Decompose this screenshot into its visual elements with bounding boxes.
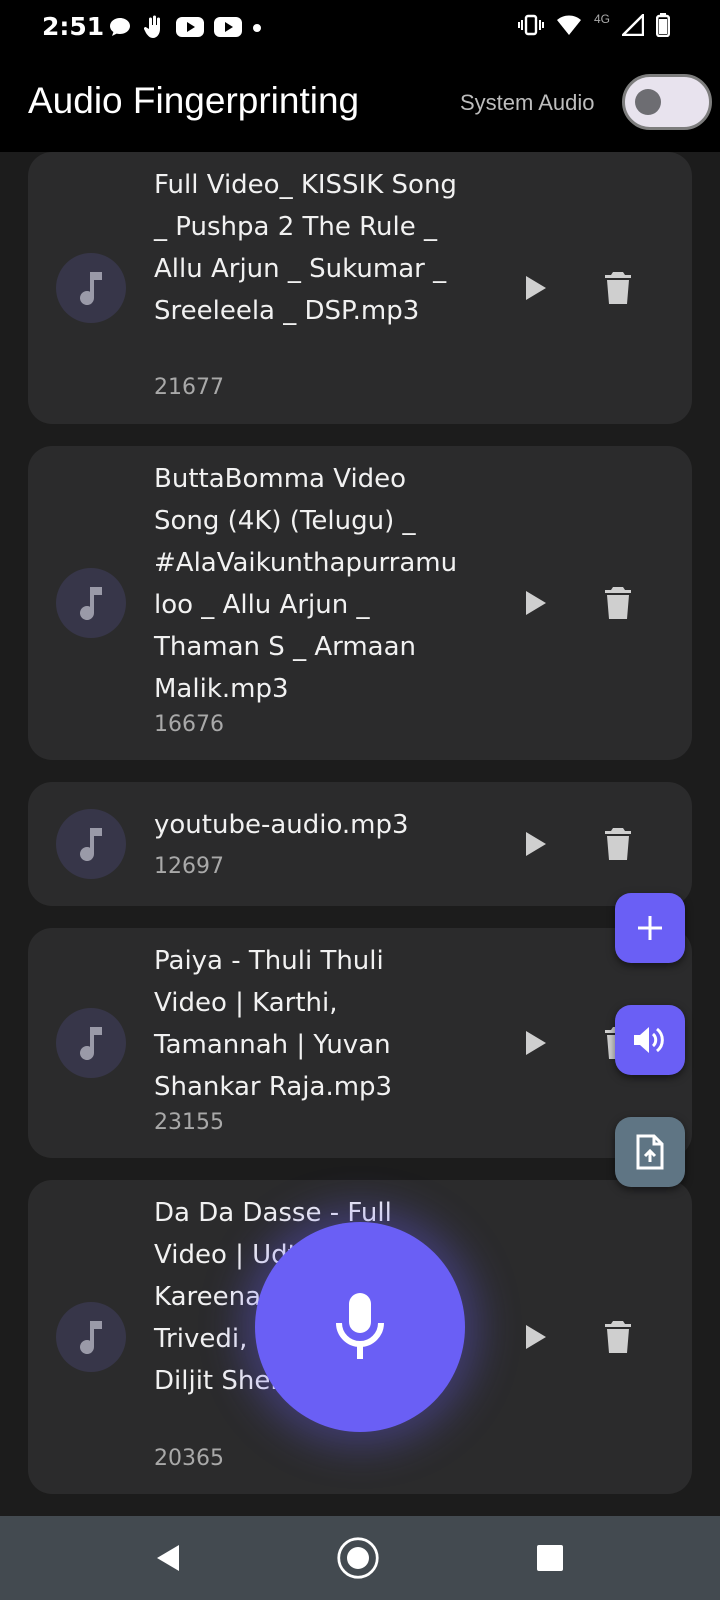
delete-button[interactable] [594,820,642,868]
music-note-avatar [56,568,126,638]
track-card[interactable]: Paiya - Thuli Thuli Video | Karthi, Tama… [28,928,692,1158]
volume-button[interactable] [615,1005,685,1075]
wifi-icon [556,14,582,41]
track-title: youtube-audio.mp3 [154,810,409,840]
trash-icon [605,828,631,860]
volume-icon [634,1027,664,1053]
page-title: Audio Fingerprinting [28,80,360,121]
track-count: 21677 [154,375,224,400]
play-button[interactable] [512,264,560,312]
track-card[interactable]: youtube-audio.mp3 12697 [28,782,692,906]
battery-icon [656,12,671,42]
play-button[interactable] [512,1019,560,1067]
toggle-knob [635,89,661,115]
network-type-label: 4G [593,12,610,26]
music-note-icon [80,587,102,621]
file-upload-button[interactable] [615,1117,685,1187]
signal-icon [620,11,645,41]
music-note-avatar [56,253,126,323]
status-time: 2:51 [42,12,105,41]
music-note-avatar [56,1302,126,1372]
app-bar: Audio Fingerprinting System Audio [0,56,720,152]
plus-icon [638,916,662,940]
play-icon [526,1325,546,1349]
play-icon [526,276,546,300]
track-count: 23155 [154,1110,224,1135]
music-note-avatar [56,1008,126,1078]
hand-icon [142,14,166,45]
system-nav-bar [0,1516,720,1600]
delete-button[interactable] [594,579,642,627]
notification-icons [108,14,262,44]
delete-button[interactable] [594,264,642,312]
play-icon [526,832,546,856]
recents-button[interactable] [528,1536,572,1580]
track-count: 16676 [154,712,224,737]
dot-icon [252,20,262,38]
recents-icon [537,1545,563,1571]
delete-button[interactable] [594,1313,642,1361]
music-note-icon [80,828,102,862]
play-button[interactable] [512,1313,560,1361]
home-button[interactable] [336,1536,380,1580]
microphone-icon [336,1293,384,1359]
music-note-icon [80,1027,102,1061]
play-button[interactable] [512,579,560,627]
trash-icon [605,1321,631,1353]
back-icon [157,1545,179,1571]
add-button[interactable] [615,893,685,963]
status-bar: 2:51 4G [0,0,720,56]
music-note-icon [80,272,102,306]
youtube-icon [214,16,242,43]
record-button[interactable] [255,1222,465,1432]
track-card[interactable]: Full Video_ KISSIK Song _ Pushpa 2 The R… [28,152,692,424]
youtube-icon [176,16,204,43]
back-button[interactable] [146,1536,190,1580]
music-note-avatar [56,809,126,879]
trash-icon [605,272,631,304]
vibrate-icon [517,14,544,41]
system-audio-label: System Audio [460,90,595,115]
system-status-icons: 4G [517,11,671,42]
music-note-icon [80,1321,102,1355]
home-icon [337,1537,379,1579]
track-title: ButtaBomma Video Song (4K) (Telugu) _ #A… [154,464,458,704]
track-count: 20365 [154,1446,224,1471]
chat-bubble-icon [108,15,132,44]
play-icon [526,591,546,615]
play-icon [526,1031,546,1055]
track-count: 12697 [154,854,224,879]
play-button[interactable] [512,820,560,868]
track-title: Paiya - Thuli Thuli Video | Karthi, Tama… [154,946,393,1102]
trash-icon [605,587,631,619]
track-title: Full Video_ KISSIK Song _ Pushpa 2 The R… [154,170,457,326]
track-card[interactable]: ButtaBomma Video Song (4K) (Telugu) _ #A… [28,446,692,760]
system-audio-toggle[interactable] [622,74,712,130]
file-upload-icon [636,1134,664,1170]
